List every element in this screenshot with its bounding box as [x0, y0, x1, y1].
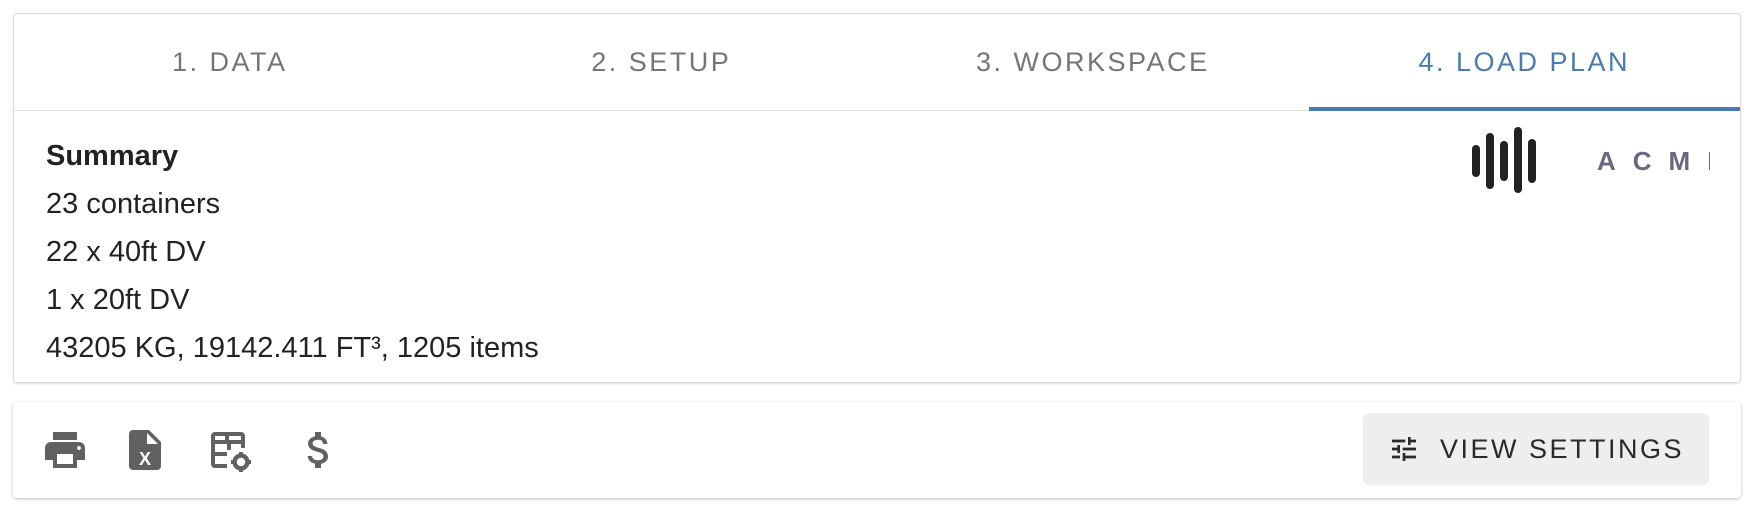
summary-totals: 43205 KG, 19142.411 FT³, 1205 items	[46, 332, 539, 364]
step-tabs: 1. DATA 2. SETUP 3. WORKSPACE 4. LOAD PL…	[14, 14, 1740, 111]
acme-logo: ACME	[1472, 127, 1710, 193]
tab-load-plan[interactable]: 4. LOAD PLAN	[1308, 14, 1741, 111]
svg-text:X: X	[139, 449, 151, 469]
summary-40ft-count: 22 x 40ft DV	[46, 236, 206, 268]
view-settings-label: VIEW SETTINGS	[1439, 433, 1685, 464]
table-settings-icon[interactable]	[205, 426, 253, 474]
excel-file-icon[interactable]: X	[121, 426, 169, 474]
tab-workspace[interactable]: 3. WORKSPACE	[877, 14, 1309, 110]
tab-setup[interactable]: 2. SETUP	[446, 14, 878, 110]
action-toolbar: X VIEW SETTINGS	[13, 402, 1741, 498]
print-icon[interactable]	[41, 426, 89, 474]
dollar-icon[interactable]	[295, 426, 343, 474]
summary-20ft-count: 1 x 20ft DV	[46, 284, 190, 316]
load-plan-card: 1. DATA 2. SETUP 3. WORKSPACE 4. LOAD PL…	[13, 13, 1741, 383]
summary-panel: Summary 23 containers 22 x 40ft DV 1 x 2…	[46, 132, 539, 372]
summary-title: Summary	[46, 140, 179, 172]
logo-bars-icon	[1472, 127, 1536, 193]
summary-containers-count: 23 containers	[46, 188, 221, 220]
tab-data[interactable]: 1. DATA	[14, 14, 446, 110]
tune-sliders-icon	[1391, 437, 1416, 461]
view-settings-button[interactable]: VIEW SETTINGS	[1363, 413, 1709, 485]
logo-text: ACME	[1597, 146, 1710, 176]
